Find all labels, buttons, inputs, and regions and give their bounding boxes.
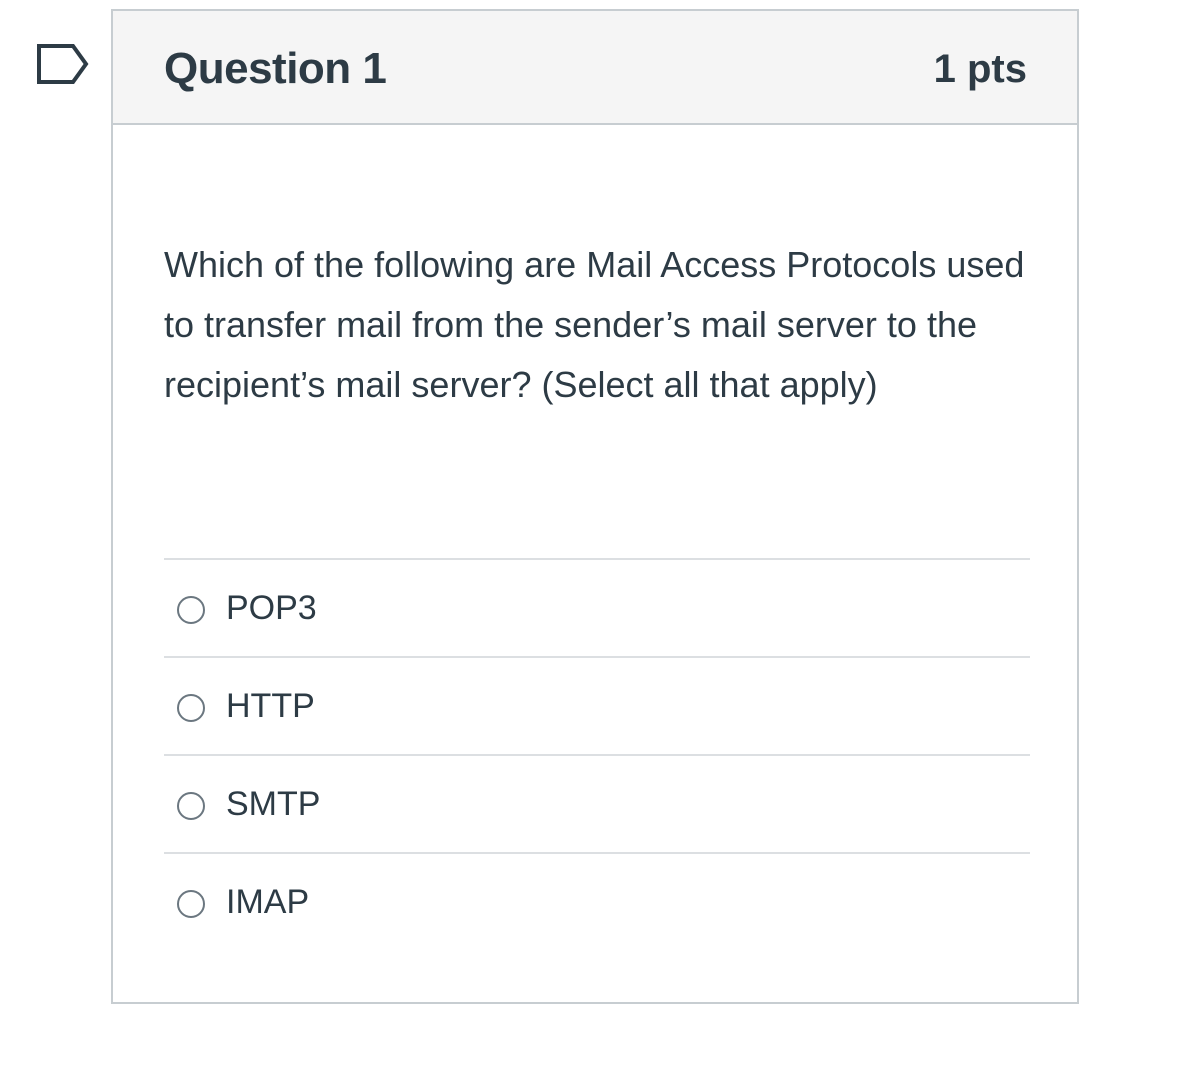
answer-option-imap[interactable]: IMAP — [164, 852, 1030, 950]
answer-label[interactable]: POP3 — [226, 589, 317, 628]
question-points: 1 pts — [933, 47, 1027, 91]
radio-button[interactable] — [177, 694, 205, 722]
answer-list: POP3 HTTP SMTP IMAP — [164, 558, 1030, 950]
radio-button[interactable] — [177, 890, 205, 918]
answer-option-http[interactable]: HTTP — [164, 656, 1030, 754]
answer-label[interactable]: SMTP — [226, 785, 320, 824]
flag-question-icon[interactable] — [36, 42, 90, 86]
question-text: Which of the following are Mail Access P… — [164, 244, 1025, 405]
answer-option-pop3[interactable]: POP3 — [164, 558, 1030, 656]
question-card: Question 1 1 pts Which of the following … — [111, 9, 1079, 1004]
answer-option-smtp[interactable]: SMTP — [164, 754, 1030, 852]
answer-label[interactable]: HTTP — [226, 687, 315, 726]
radio-button[interactable] — [177, 792, 205, 820]
radio-button[interactable] — [177, 596, 205, 624]
question-title: Question 1 — [164, 44, 387, 93]
question-header: Question 1 1 pts — [113, 11, 1077, 125]
answer-label[interactable]: IMAP — [226, 883, 309, 922]
